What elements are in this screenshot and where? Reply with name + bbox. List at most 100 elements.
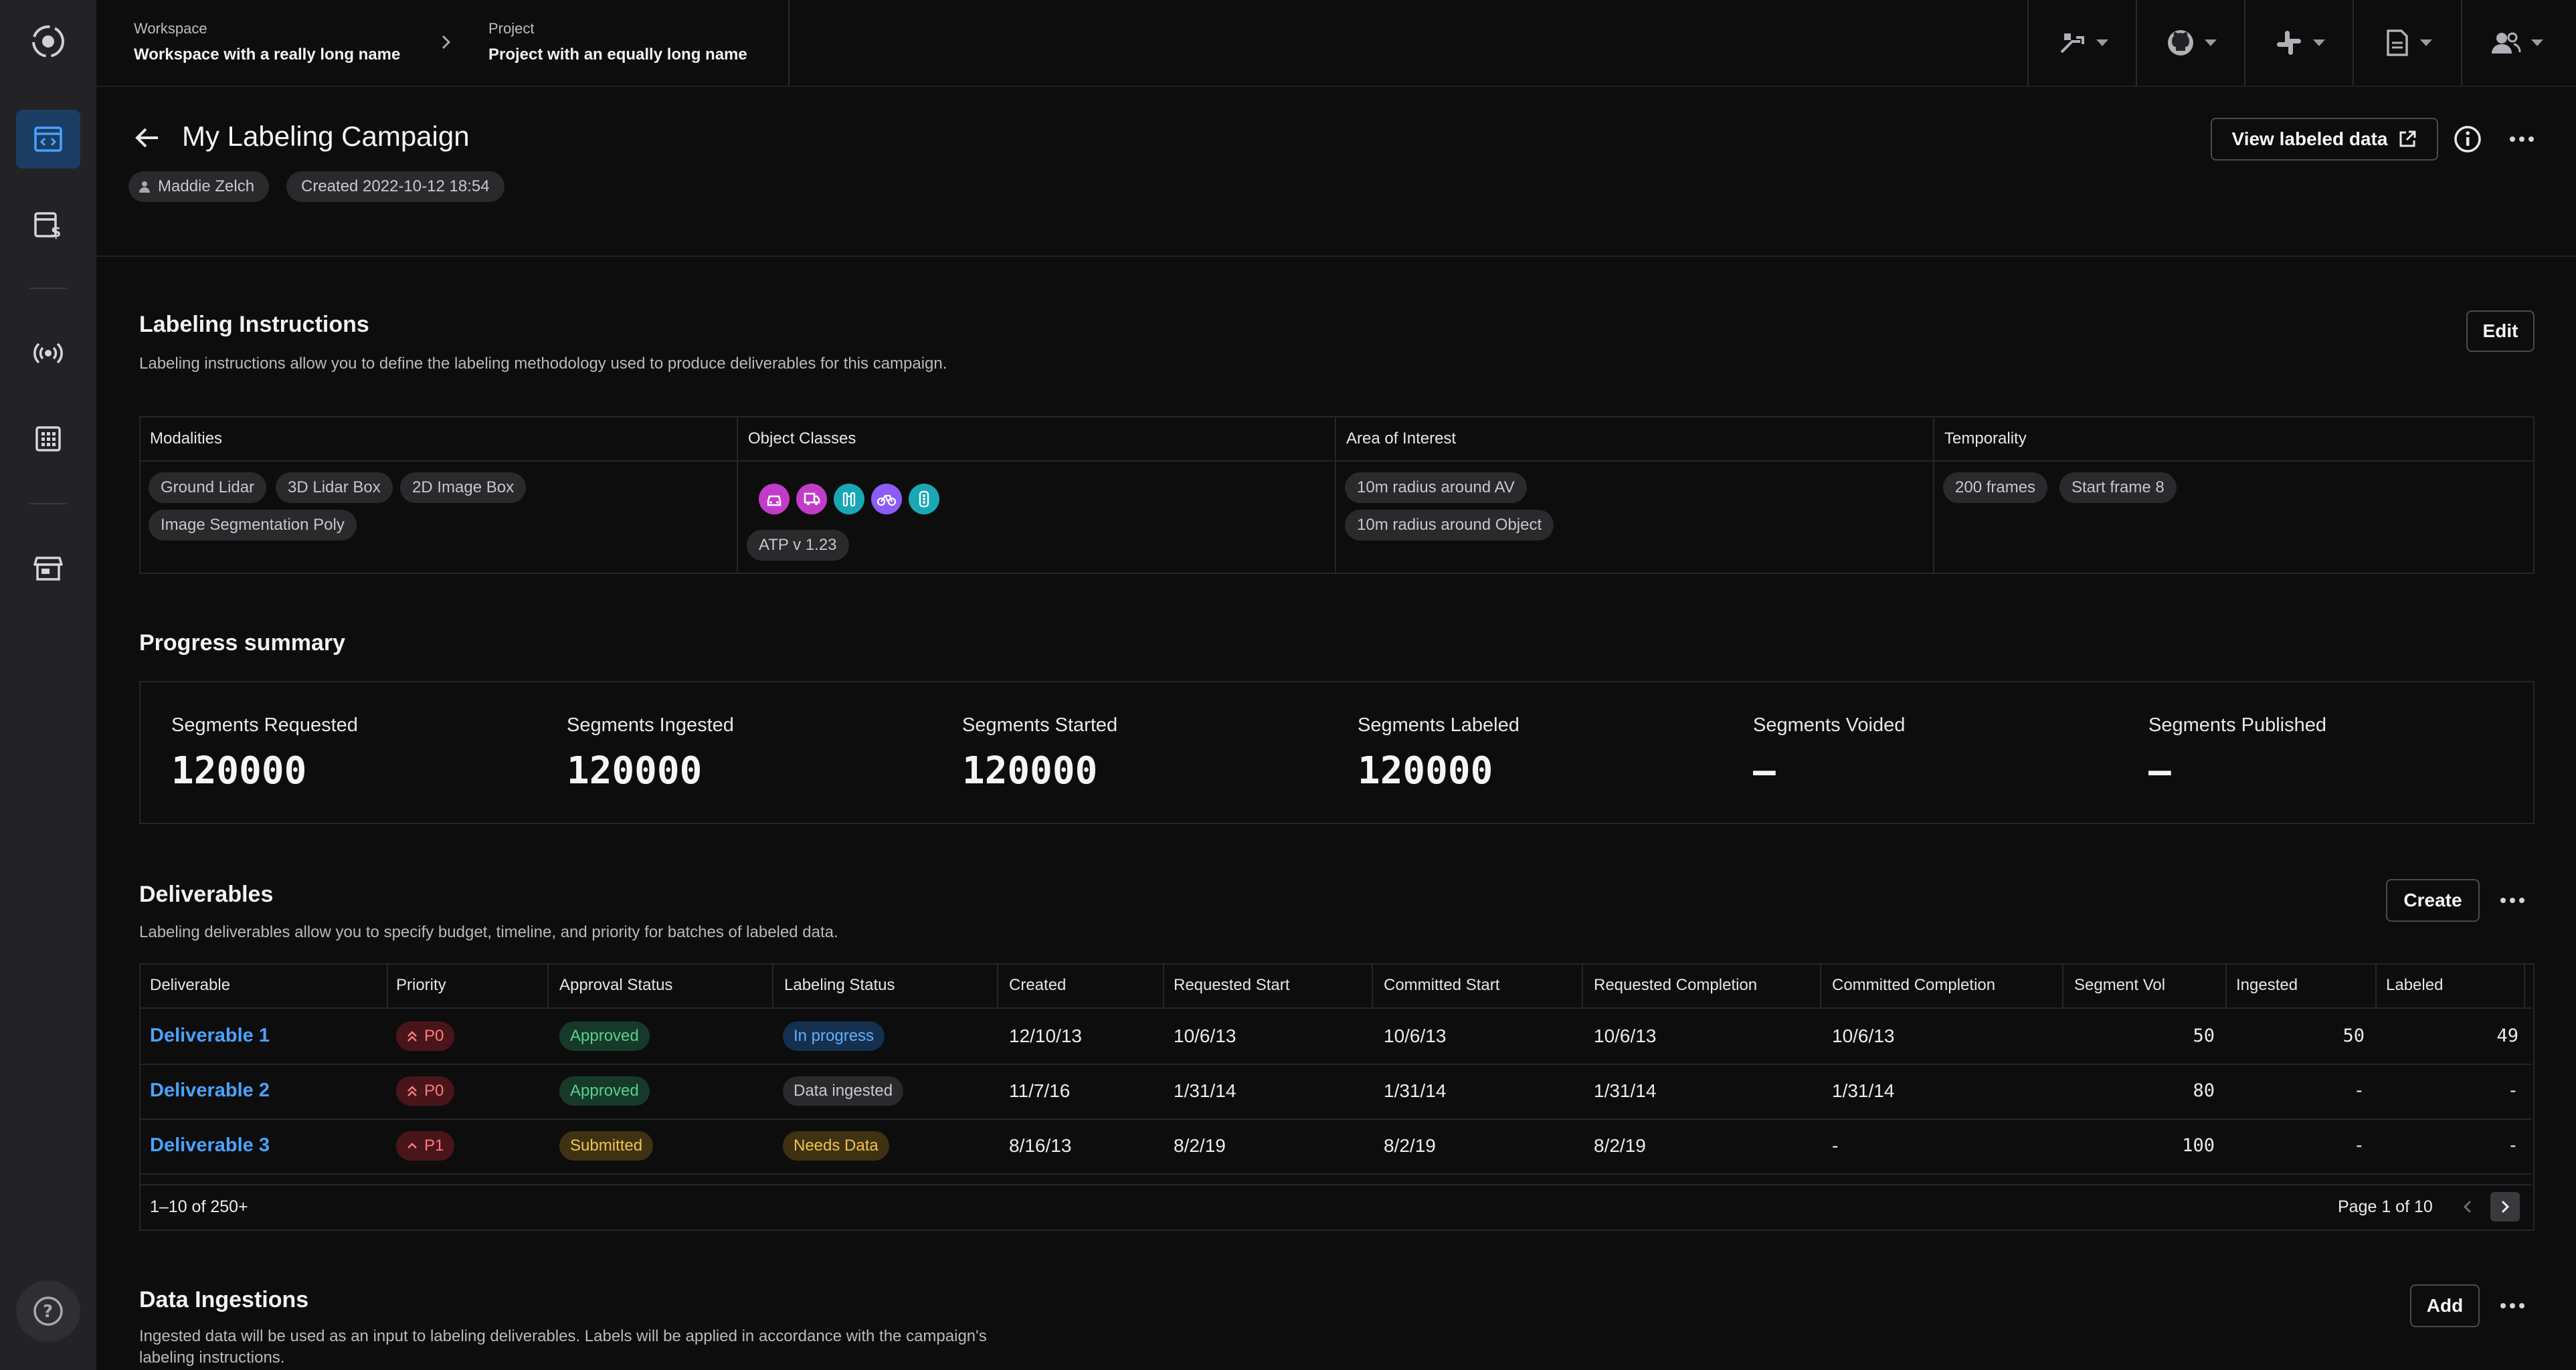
- more-dot: [2510, 898, 2515, 903]
- stat-value: 120000: [171, 749, 307, 793]
- column-header[interactable]: Approval Status: [559, 976, 672, 995]
- deliverable-link[interactable]: Deliverable 3: [150, 1135, 270, 1157]
- ingestions-more-button[interactable]: [2496, 1298, 2529, 1314]
- back-button[interactable]: [134, 124, 166, 153]
- created-date: 8/16/13: [1009, 1135, 1072, 1156]
- column-header[interactable]: Labeled: [2386, 976, 2443, 995]
- created-date: 12/10/13: [1009, 1025, 1082, 1046]
- row-divider: [141, 1173, 2532, 1175]
- modality-tag: 3D Lidar Box: [276, 472, 393, 503]
- column-divider: [1372, 965, 1373, 1007]
- deliverables-description: Labeling deliverables allow you to speci…: [139, 923, 838, 941]
- add-ingestion-button[interactable]: Add: [2410, 1284, 2480, 1327]
- column-divider: [1582, 965, 1583, 1007]
- stat-label: Segments Ingested: [567, 714, 734, 736]
- top-bar: Workspace Workspace with a really long n…: [96, 0, 2576, 87]
- page-title: My Labeling Campaign: [182, 120, 470, 152]
- more-dot: [2500, 1303, 2506, 1308]
- more-options-button[interactable]: [2505, 131, 2539, 147]
- github-menu[interactable]: [2136, 0, 2245, 86]
- ingested-count: 50: [2342, 1025, 2365, 1046]
- deliverable-link[interactable]: Deliverable 1: [150, 1025, 270, 1047]
- help-button[interactable]: ?: [16, 1280, 80, 1342]
- next-page-button[interactable]: [2490, 1192, 2520, 1221]
- stat-label: Segments Labeled: [1358, 714, 1520, 736]
- column-header[interactable]: Labeling Status: [784, 976, 895, 995]
- nav-campaigns-button[interactable]: [16, 110, 80, 169]
- priority-badge: P1: [396, 1131, 455, 1161]
- priority-label: P1: [424, 1137, 444, 1155]
- edit-label: Edit: [2482, 320, 2518, 341]
- deliverable-link[interactable]: Deliverable 2: [150, 1080, 270, 1102]
- more-dot: [2519, 1303, 2524, 1308]
- committed-start: 10/6/13: [1384, 1025, 1447, 1046]
- document-icon: [2387, 29, 2408, 56]
- column-header[interactable]: Deliverable: [150, 976, 230, 995]
- column-header[interactable]: Priority: [396, 976, 446, 995]
- project-selector[interactable]: Project with an equally long name: [488, 45, 747, 64]
- view-labeled-data-button[interactable]: View labeled data: [2211, 118, 2438, 161]
- progress-title: Progress summary: [139, 630, 346, 656]
- view-labeled-data-label: View labeled data: [2231, 128, 2388, 149]
- stat-label: Segments Started: [962, 714, 1118, 736]
- instructions-title: Labeling Instructions: [139, 312, 369, 337]
- column-header[interactable]: Created: [1009, 976, 1066, 995]
- object-class-version-tag: ATP v 1.23: [747, 530, 849, 561]
- column-header[interactable]: Requested Completion: [1594, 976, 1757, 995]
- column-header[interactable]: Committed Start: [1384, 976, 1499, 995]
- slack-menu[interactable]: [2244, 0, 2354, 86]
- column-header[interactable]: Requested Start: [1174, 976, 1289, 995]
- created-chip: Created 2022-10-12 18:54: [286, 171, 504, 202]
- broadcast-icon: [33, 342, 63, 364]
- approval-status-badge: Approved: [559, 1076, 650, 1106]
- temporality-tag: 200 frames: [1943, 472, 2048, 503]
- object-classes-header: Object Classes: [748, 429, 856, 448]
- prev-page-button[interactable]: [2453, 1192, 2482, 1221]
- stat-value: 120000: [1358, 749, 1493, 793]
- more-dot: [2500, 898, 2506, 903]
- create-deliverable-button[interactable]: Create: [2386, 879, 2480, 922]
- labeling-status-badge: Needs Data: [783, 1131, 889, 1161]
- column-divider: [1820, 965, 1821, 1007]
- committed-completion: 10/6/13: [1832, 1025, 1895, 1046]
- area-of-interest-header: Area of Interest: [1346, 429, 1457, 448]
- column-header[interactable]: Segment Vol: [2074, 976, 2165, 995]
- nav-broadcast-button[interactable]: [16, 324, 80, 383]
- temporality-tag: Start frame 8: [2059, 472, 2177, 503]
- priority-label: P0: [424, 1027, 444, 1045]
- stat-value: 120000: [962, 749, 1098, 793]
- ingested-count: -: [2353, 1135, 2365, 1156]
- nav-grid-button[interactable]: [16, 409, 80, 468]
- column-divider: [2524, 965, 2525, 1007]
- deploy-menu[interactable]: [2027, 0, 2137, 86]
- double-chevron-up-icon: [407, 1031, 417, 1042]
- app-logo[interactable]: [28, 21, 68, 62]
- edit-instructions-button[interactable]: Edit: [2466, 310, 2535, 352]
- grid-icon: [35, 426, 61, 452]
- column-divider: [997, 965, 998, 1007]
- labeled-count: -: [2507, 1080, 2518, 1101]
- deliverables-more-button[interactable]: [2496, 892, 2529, 908]
- column-header[interactable]: Committed Completion: [1832, 976, 1995, 995]
- area-tag: 10m radius around Object: [1345, 510, 1554, 541]
- team-menu[interactable]: [2461, 0, 2571, 86]
- chevron-left-icon: [2463, 1200, 2472, 1213]
- deliverables-title: Deliverables: [139, 882, 274, 907]
- table-header-line: [141, 1007, 2532, 1009]
- docs-menu[interactable]: [2353, 0, 2462, 86]
- requested-start: 1/31/14: [1174, 1080, 1236, 1101]
- project-label: Project: [488, 20, 535, 37]
- pedestrian-icon: [834, 484, 864, 514]
- nav-billing-button[interactable]: $: [16, 195, 80, 254]
- instructions-description: Labeling instructions allow you to defin…: [139, 355, 947, 373]
- chevron-down-icon: [2096, 39, 2108, 46]
- nav-store-button[interactable]: [16, 539, 80, 598]
- ingestions-description: Ingested data will be used as an input t…: [139, 1327, 987, 1367]
- segment-volume: 50: [2193, 1025, 2215, 1046]
- deploy-icon: [2060, 33, 2084, 54]
- priority-badge: P0: [396, 1021, 455, 1051]
- svg-text:?: ?: [43, 1302, 53, 1322]
- workspace-selector[interactable]: Workspace with a really long name: [134, 45, 400, 64]
- column-header[interactable]: Ingested: [2236, 976, 2298, 995]
- info-button[interactable]: [2453, 124, 2482, 154]
